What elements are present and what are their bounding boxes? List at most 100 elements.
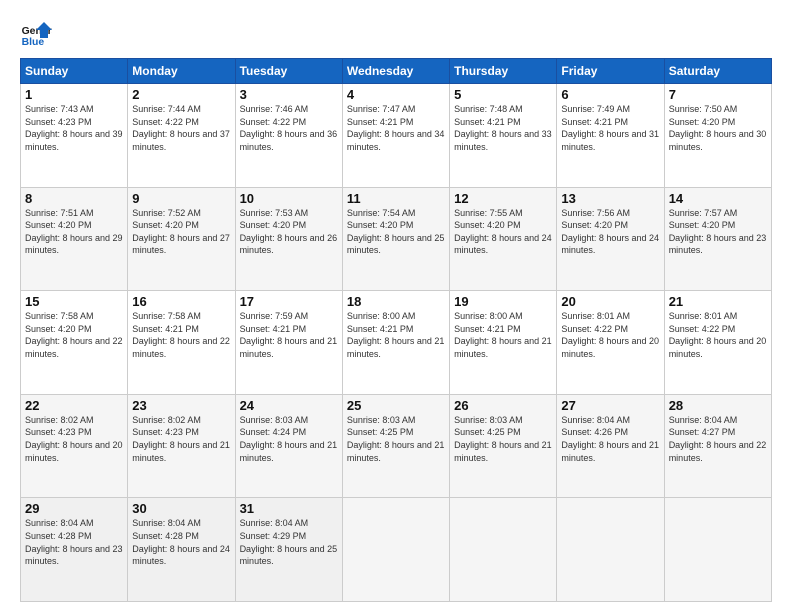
calendar-cell: 3 Sunrise: 7:46 AMSunset: 4:22 PMDayligh… (235, 84, 342, 188)
day-number: 27 (561, 398, 659, 413)
day-number: 8 (25, 191, 123, 206)
calendar-cell (342, 498, 449, 602)
calendar-header-tuesday: Tuesday (235, 59, 342, 84)
calendar-cell: 31 Sunrise: 8:04 AMSunset: 4:29 PMDaylig… (235, 498, 342, 602)
calendar-cell: 19 Sunrise: 8:00 AMSunset: 4:21 PMDaylig… (450, 291, 557, 395)
day-info: Sunrise: 7:54 AMSunset: 4:20 PMDaylight:… (347, 208, 445, 256)
calendar-week-4: 22 Sunrise: 8:02 AMSunset: 4:23 PMDaylig… (21, 394, 772, 498)
day-number: 28 (669, 398, 767, 413)
calendar-cell: 10 Sunrise: 7:53 AMSunset: 4:20 PMDaylig… (235, 187, 342, 291)
calendar-cell: 2 Sunrise: 7:44 AMSunset: 4:22 PMDayligh… (128, 84, 235, 188)
day-number: 29 (25, 501, 123, 516)
day-number: 14 (669, 191, 767, 206)
day-info: Sunrise: 8:03 AMSunset: 4:25 PMDaylight:… (347, 415, 445, 463)
day-info: Sunrise: 8:01 AMSunset: 4:22 PMDaylight:… (561, 311, 659, 359)
day-info: Sunrise: 7:43 AMSunset: 4:23 PMDaylight:… (25, 104, 123, 152)
calendar-cell: 27 Sunrise: 8:04 AMSunset: 4:26 PMDaylig… (557, 394, 664, 498)
day-number: 2 (132, 87, 230, 102)
day-number: 22 (25, 398, 123, 413)
day-number: 3 (240, 87, 338, 102)
day-number: 19 (454, 294, 552, 309)
calendar-week-2: 8 Sunrise: 7:51 AMSunset: 4:20 PMDayligh… (21, 187, 772, 291)
day-info: Sunrise: 7:58 AMSunset: 4:21 PMDaylight:… (132, 311, 230, 359)
day-number: 16 (132, 294, 230, 309)
day-number: 10 (240, 191, 338, 206)
day-number: 23 (132, 398, 230, 413)
day-number: 15 (25, 294, 123, 309)
day-info: Sunrise: 7:57 AMSunset: 4:20 PMDaylight:… (669, 208, 767, 256)
calendar-header-wednesday: Wednesday (342, 59, 449, 84)
calendar-cell (450, 498, 557, 602)
day-info: Sunrise: 7:46 AMSunset: 4:22 PMDaylight:… (240, 104, 338, 152)
calendar-week-1: 1 Sunrise: 7:43 AMSunset: 4:23 PMDayligh… (21, 84, 772, 188)
day-number: 4 (347, 87, 445, 102)
day-info: Sunrise: 8:01 AMSunset: 4:22 PMDaylight:… (669, 311, 767, 359)
day-number: 30 (132, 501, 230, 516)
day-info: Sunrise: 8:02 AMSunset: 4:23 PMDaylight:… (25, 415, 123, 463)
calendar-week-3: 15 Sunrise: 7:58 AMSunset: 4:20 PMDaylig… (21, 291, 772, 395)
day-info: Sunrise: 7:53 AMSunset: 4:20 PMDaylight:… (240, 208, 338, 256)
calendar-cell: 5 Sunrise: 7:48 AMSunset: 4:21 PMDayligh… (450, 84, 557, 188)
calendar-cell: 13 Sunrise: 7:56 AMSunset: 4:20 PMDaylig… (557, 187, 664, 291)
calendar-cell: 24 Sunrise: 8:03 AMSunset: 4:24 PMDaylig… (235, 394, 342, 498)
calendar-cell: 26 Sunrise: 8:03 AMSunset: 4:25 PMDaylig… (450, 394, 557, 498)
calendar-cell: 12 Sunrise: 7:55 AMSunset: 4:20 PMDaylig… (450, 187, 557, 291)
calendar-cell: 8 Sunrise: 7:51 AMSunset: 4:20 PMDayligh… (21, 187, 128, 291)
calendar-cell: 1 Sunrise: 7:43 AMSunset: 4:23 PMDayligh… (21, 84, 128, 188)
logo-icon: General Blue (20, 18, 52, 50)
calendar-cell: 18 Sunrise: 8:00 AMSunset: 4:21 PMDaylig… (342, 291, 449, 395)
day-info: Sunrise: 7:59 AMSunset: 4:21 PMDaylight:… (240, 311, 338, 359)
calendar-cell (664, 498, 771, 602)
logo: General Blue (20, 18, 52, 50)
calendar-table: SundayMondayTuesdayWednesdayThursdayFrid… (20, 58, 772, 602)
calendar-header-thursday: Thursday (450, 59, 557, 84)
day-info: Sunrise: 7:48 AMSunset: 4:21 PMDaylight:… (454, 104, 552, 152)
day-info: Sunrise: 8:00 AMSunset: 4:21 PMDaylight:… (347, 311, 445, 359)
day-info: Sunrise: 7:47 AMSunset: 4:21 PMDaylight:… (347, 104, 445, 152)
calendar-cell: 17 Sunrise: 7:59 AMSunset: 4:21 PMDaylig… (235, 291, 342, 395)
calendar-header-row: SundayMondayTuesdayWednesdayThursdayFrid… (21, 59, 772, 84)
calendar-cell: 23 Sunrise: 8:02 AMSunset: 4:23 PMDaylig… (128, 394, 235, 498)
day-info: Sunrise: 8:00 AMSunset: 4:21 PMDaylight:… (454, 311, 552, 359)
calendar-header-monday: Monday (128, 59, 235, 84)
svg-text:Blue: Blue (22, 37, 45, 48)
calendar-cell: 9 Sunrise: 7:52 AMSunset: 4:20 PMDayligh… (128, 187, 235, 291)
day-number: 31 (240, 501, 338, 516)
calendar-cell: 25 Sunrise: 8:03 AMSunset: 4:25 PMDaylig… (342, 394, 449, 498)
day-info: Sunrise: 8:03 AMSunset: 4:24 PMDaylight:… (240, 415, 338, 463)
day-number: 25 (347, 398, 445, 413)
calendar-cell: 6 Sunrise: 7:49 AMSunset: 4:21 PMDayligh… (557, 84, 664, 188)
calendar-cell: 4 Sunrise: 7:47 AMSunset: 4:21 PMDayligh… (342, 84, 449, 188)
header: General Blue (20, 18, 772, 50)
day-info: Sunrise: 7:44 AMSunset: 4:22 PMDaylight:… (132, 104, 230, 152)
day-info: Sunrise: 8:04 AMSunset: 4:29 PMDaylight:… (240, 518, 338, 566)
day-number: 26 (454, 398, 552, 413)
calendar-cell: 22 Sunrise: 8:02 AMSunset: 4:23 PMDaylig… (21, 394, 128, 498)
day-number: 7 (669, 87, 767, 102)
day-number: 21 (669, 294, 767, 309)
day-info: Sunrise: 8:04 AMSunset: 4:28 PMDaylight:… (132, 518, 230, 566)
page: General Blue SundayMondayTuesdayWednesda… (0, 0, 792, 612)
day-info: Sunrise: 7:50 AMSunset: 4:20 PMDaylight:… (669, 104, 767, 152)
day-number: 5 (454, 87, 552, 102)
day-number: 12 (454, 191, 552, 206)
calendar-cell: 11 Sunrise: 7:54 AMSunset: 4:20 PMDaylig… (342, 187, 449, 291)
day-number: 1 (25, 87, 123, 102)
calendar-cell: 28 Sunrise: 8:04 AMSunset: 4:27 PMDaylig… (664, 394, 771, 498)
day-info: Sunrise: 8:02 AMSunset: 4:23 PMDaylight:… (132, 415, 230, 463)
day-info: Sunrise: 7:49 AMSunset: 4:21 PMDaylight:… (561, 104, 659, 152)
day-number: 24 (240, 398, 338, 413)
calendar-header-friday: Friday (557, 59, 664, 84)
calendar-cell: 29 Sunrise: 8:04 AMSunset: 4:28 PMDaylig… (21, 498, 128, 602)
day-info: Sunrise: 7:58 AMSunset: 4:20 PMDaylight:… (25, 311, 123, 359)
calendar-cell (557, 498, 664, 602)
calendar-cell: 30 Sunrise: 8:04 AMSunset: 4:28 PMDaylig… (128, 498, 235, 602)
day-info: Sunrise: 7:55 AMSunset: 4:20 PMDaylight:… (454, 208, 552, 256)
calendar-cell: 20 Sunrise: 8:01 AMSunset: 4:22 PMDaylig… (557, 291, 664, 395)
day-info: Sunrise: 8:04 AMSunset: 4:27 PMDaylight:… (669, 415, 767, 463)
calendar-cell: 7 Sunrise: 7:50 AMSunset: 4:20 PMDayligh… (664, 84, 771, 188)
day-number: 20 (561, 294, 659, 309)
calendar-header-sunday: Sunday (21, 59, 128, 84)
calendar-header-saturday: Saturday (664, 59, 771, 84)
day-info: Sunrise: 8:03 AMSunset: 4:25 PMDaylight:… (454, 415, 552, 463)
